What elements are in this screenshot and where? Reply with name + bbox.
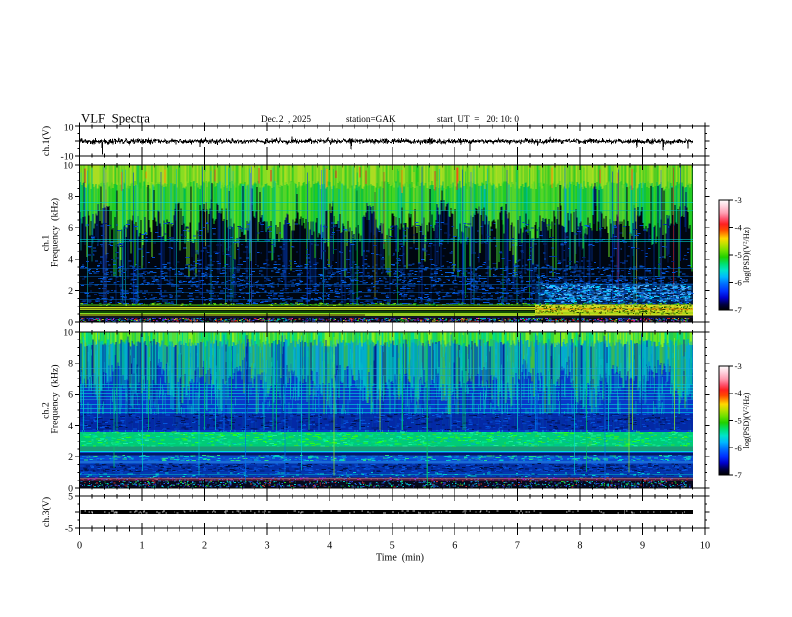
svg-text:6: 6 [68, 223, 73, 234]
svg-text:7: 7 [515, 540, 520, 551]
svg-text:Time (min): Time (min) [376, 553, 424, 564]
svg-text:3: 3 [265, 540, 270, 551]
svg-text:2: 2 [202, 540, 207, 551]
svg-text:8: 8 [577, 540, 582, 551]
svg-text:log(PSD)(V2/Hz): log(PSD)(V2/Hz) [742, 392, 751, 448]
svg-text:Frequency (kHz): Frequency (kHz) [50, 198, 61, 267]
svg-text:8: 8 [68, 192, 73, 203]
svg-text:10: 10 [700, 540, 710, 551]
svg-text:2: 2 [68, 452, 73, 463]
svg-text:10: 10 [63, 160, 73, 171]
svg-text:5: 5 [68, 492, 73, 503]
svg-text:5: 5 [390, 540, 395, 551]
svg-text:Dec. 2 , 2025: Dec. 2 , 2025 [261, 114, 311, 124]
svg-text:-7: -7 [735, 470, 743, 480]
svg-text:6: 6 [68, 390, 73, 401]
svg-text:6: 6 [452, 540, 457, 551]
svg-text:2: 2 [68, 286, 73, 297]
svg-text:-7: -7 [735, 305, 743, 315]
svg-text:start UT = 20: 10: 0: start UT = 20: 10: 0 [437, 114, 519, 124]
svg-text:log(PSD)(V2/Hz): log(PSD)(V2/Hz) [742, 227, 751, 283]
svg-text:-5: -5 [65, 524, 73, 535]
svg-text:Frequency (kHz): Frequency (kHz) [50, 364, 61, 433]
svg-text:1: 1 [140, 540, 145, 551]
svg-text:9: 9 [640, 540, 645, 551]
svg-text:ch.1(V): ch.1(V) [41, 126, 52, 156]
svg-text:0: 0 [77, 540, 82, 551]
svg-text:VLF Spectra: VLF Spectra [81, 112, 150, 126]
svg-text:10: 10 [64, 123, 74, 134]
svg-text:station=GAK: station=GAK [346, 114, 396, 124]
svg-text:4: 4 [68, 255, 73, 266]
svg-text:4: 4 [327, 540, 332, 551]
svg-text:4: 4 [68, 421, 73, 432]
svg-text:-3: -3 [735, 361, 743, 371]
svg-text:-3: -3 [735, 195, 743, 205]
svg-text:ch.3(V): ch.3(V) [41, 497, 52, 527]
svg-text:8: 8 [68, 359, 73, 370]
svg-text:10: 10 [63, 327, 73, 338]
